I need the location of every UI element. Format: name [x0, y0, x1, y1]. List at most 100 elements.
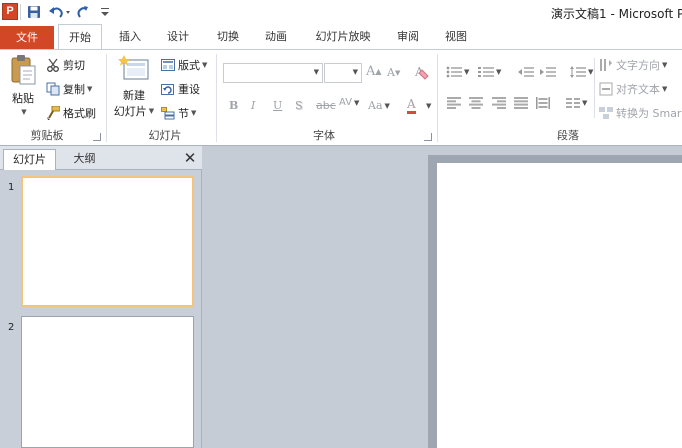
- undo-icon[interactable]: [47, 3, 73, 20]
- font-size-combobox[interactable]: ▼: [324, 63, 362, 83]
- change-case-button[interactable]: Aa ▼: [368, 99, 390, 112]
- tab-slides-pane[interactable]: 幻灯片: [3, 149, 56, 170]
- font-color-button[interactable]: A: [407, 97, 416, 114]
- new-slide-button[interactable]: 新建 幻灯片 ▼: [113, 54, 155, 119]
- cut-button[interactable]: 剪切: [46, 57, 85, 73]
- scissors-icon: [46, 58, 60, 72]
- tab-view[interactable]: 视图: [438, 24, 474, 49]
- copy-icon: [46, 82, 60, 96]
- line-spacing-button[interactable]: ▼: [570, 65, 593, 79]
- increase-indent-icon: [540, 67, 556, 77]
- clear-formatting-icon: A: [414, 64, 430, 83]
- slide-thumbnail[interactable]: [21, 176, 194, 307]
- clear-formatting-button[interactable]: A: [414, 64, 430, 83]
- bullets-dropdown-icon[interactable]: ▼: [464, 68, 469, 76]
- case-dropdown-icon[interactable]: ▼: [385, 102, 390, 110]
- spacing-dropdown-icon[interactable]: ▼: [354, 99, 359, 107]
- text-shadow-button[interactable]: S: [295, 99, 303, 112]
- strikethrough-button[interactable]: abc: [316, 99, 336, 112]
- layout-dropdown-icon[interactable]: ▼: [202, 61, 207, 69]
- powerpoint-app-icon[interactable]: P: [2, 3, 18, 20]
- align-center-button[interactable]: [469, 97, 483, 109]
- group-divider: [216, 54, 217, 142]
- character-spacing-button[interactable]: AV ▼: [339, 97, 359, 108]
- text-direction-button[interactable]: 文字方向 ▼: [599, 57, 667, 73]
- reset-label: 重设: [178, 83, 200, 96]
- tab-outline-pane[interactable]: 大纲: [58, 149, 111, 169]
- align-text-dropdown-icon[interactable]: ▼: [662, 85, 667, 93]
- shrink-font-button[interactable]: A ▼: [387, 66, 400, 79]
- bullets-button[interactable]: ▼: [446, 66, 469, 78]
- copy-dropdown-icon[interactable]: ▼: [87, 85, 92, 93]
- redo-icon[interactable]: [76, 3, 90, 20]
- align-center-icon: [469, 97, 483, 109]
- tab-transitions[interactable]: 切换: [210, 24, 246, 49]
- new-slide-label-line1: 新建: [123, 89, 145, 102]
- paste-dropdown-icon[interactable]: ▼: [21, 108, 26, 116]
- columns-button[interactable]: ▼: [566, 97, 587, 109]
- slides-pane-tabs: 幻灯片 大纲 ✕: [0, 146, 202, 170]
- convert-smartart-button[interactable]: 转换为 Smar: [599, 105, 681, 121]
- convert-smartart-label: 转换为 Smar: [616, 107, 682, 120]
- tab-slideshow[interactable]: 幻灯片放映: [310, 24, 376, 49]
- distributed-icon: [536, 97, 550, 109]
- reset-button[interactable]: 重设: [161, 81, 200, 97]
- slide-thumbnail[interactable]: [21, 316, 194, 448]
- justify-icon: [514, 97, 528, 109]
- font-size-dropdown-icon[interactable]: ▼: [353, 68, 358, 76]
- tab-home[interactable]: 开始: [58, 24, 102, 50]
- grow-font-button[interactable]: A ▲: [366, 64, 382, 79]
- format-painter-icon: [46, 105, 61, 120]
- font-name-combobox[interactable]: ▼: [223, 63, 323, 83]
- group-divider: [437, 54, 438, 142]
- bold-button[interactable]: B: [229, 99, 238, 112]
- align-text-label: 对齐文本: [616, 83, 660, 96]
- font-name-dropdown-icon[interactable]: ▼: [314, 68, 319, 76]
- line-spacing-dropdown-icon[interactable]: ▼: [588, 68, 593, 76]
- customize-qat-icon[interactable]: [99, 3, 111, 20]
- paste-icon: [11, 55, 36, 85]
- ribbon-tab-row: 文件 开始 插入 设计 切换 动画 幻灯片放映 审阅 视图: [0, 24, 682, 50]
- layout-icon: [161, 58, 175, 72]
- new-slide-dropdown-icon[interactable]: ▼: [149, 107, 154, 115]
- italic-button[interactable]: I: [251, 99, 255, 112]
- copy-button[interactable]: 复制 ▼: [46, 81, 92, 97]
- clipboard-launcher-icon[interactable]: [93, 133, 101, 141]
- tab-animations[interactable]: 动画: [258, 24, 294, 49]
- close-pane-icon[interactable]: ✕: [181, 149, 199, 167]
- paste-button[interactable]: 粘贴 ▼: [6, 54, 40, 116]
- numbering-button[interactable]: ▼: [478, 66, 501, 78]
- layout-button[interactable]: 版式 ▼: [161, 57, 207, 73]
- font-color-icon: A: [407, 97, 416, 111]
- tab-design[interactable]: 设计: [160, 24, 196, 49]
- save-icon[interactable]: [26, 3, 42, 20]
- slide-number: 2: [8, 322, 15, 333]
- align-right-icon: [492, 97, 506, 109]
- layout-label: 版式: [178, 59, 200, 72]
- format-painter-button[interactable]: 格式刷: [46, 105, 96, 121]
- tab-file[interactable]: 文件: [0, 26, 54, 49]
- group-divider: [594, 58, 595, 118]
- columns-dropdown-icon[interactable]: ▼: [582, 99, 587, 107]
- align-left-button[interactable]: [447, 97, 461, 109]
- distributed-button[interactable]: [536, 97, 550, 109]
- font-color-dropdown-icon[interactable]: ▼: [426, 102, 431, 110]
- align-right-button[interactable]: [492, 97, 506, 109]
- tab-insert[interactable]: 插入: [112, 24, 148, 49]
- decrease-indent-icon: [518, 67, 534, 77]
- slide-canvas[interactable]: [437, 163, 682, 448]
- increase-indent-button[interactable]: [540, 66, 556, 78]
- decrease-indent-button[interactable]: [518, 66, 534, 78]
- align-left-icon: [447, 97, 461, 109]
- font-launcher-icon[interactable]: [424, 133, 432, 141]
- section-dropdown-icon[interactable]: ▼: [191, 109, 196, 117]
- clipboard-group-label: 剪贴板: [30, 129, 64, 142]
- align-text-button[interactable]: 对齐文本 ▼: [599, 81, 667, 97]
- numbering-dropdown-icon[interactable]: ▼: [496, 68, 501, 76]
- text-direction-dropdown-icon[interactable]: ▼: [662, 61, 667, 69]
- justify-button[interactable]: [514, 97, 528, 109]
- tab-review[interactable]: 审阅: [390, 24, 426, 49]
- section-icon: [161, 106, 175, 120]
- section-button[interactable]: 节 ▼: [161, 105, 196, 121]
- underline-button[interactable]: U: [273, 99, 282, 112]
